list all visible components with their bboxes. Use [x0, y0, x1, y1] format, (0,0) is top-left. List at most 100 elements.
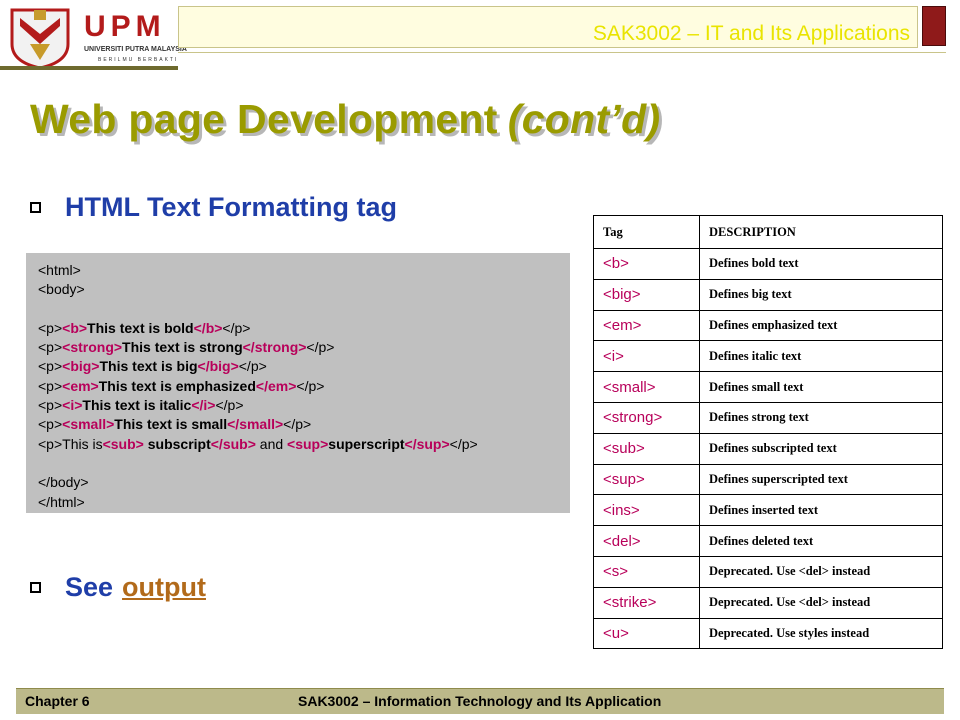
slide-title: Web page Development (cont’d) — [30, 96, 660, 143]
description-cell: Defines deleted text — [699, 525, 943, 557]
code-text: and — [255, 435, 288, 452]
code-line: <p><big>This text is big</big></p> — [38, 357, 570, 376]
code-tag: </small> — [227, 416, 284, 433]
header-description: DESCRIPTION — [699, 215, 943, 249]
code-text: </p> — [222, 319, 251, 336]
code-text: <html> — [38, 262, 81, 278]
description-cell: Deprecated. Use <del> instead — [699, 586, 943, 619]
code-text: <p> — [38, 377, 63, 394]
upm-logo: UPM UNIVERSITI PUTRA MALAYSIA BERILMU BE… — [6, 4, 187, 70]
code-line: <p><b>This text is bold</b></p> — [38, 319, 570, 338]
output-link[interactable]: output — [122, 572, 206, 603]
table-row: <strong> Defines strong text — [593, 401, 943, 434]
logo-bar — [0, 66, 178, 70]
corner-decoration — [922, 6, 946, 46]
code-text: This text is italic — [82, 397, 192, 414]
tag-cell: <del> — [593, 525, 700, 557]
code-tag: <b> — [62, 319, 88, 336]
code-tag: </big> — [197, 358, 239, 375]
table-row: <i> Defines italic text — [593, 340, 943, 373]
code-line: <p><em>This text is emphasized</em></p> — [38, 377, 570, 396]
code-line: </html> — [38, 493, 570, 512]
tag-cell: <b> — [593, 248, 700, 280]
code-text: This text is big — [99, 358, 198, 375]
code-line: <html> — [38, 261, 570, 280]
title-main: Web page Development — [30, 96, 498, 142]
description-cell: Defines superscripted text — [699, 463, 943, 496]
code-text: subscript — [143, 435, 211, 452]
code-tag: <sub> — [102, 435, 144, 452]
table-header-row: Tag DESCRIPTION — [593, 215, 943, 249]
code-line: <body> — [38, 280, 570, 299]
description-cell: Deprecated. Use <del> instead — [699, 555, 943, 588]
code-line: <p><small>This text is small</small></p> — [38, 415, 570, 434]
logo-text: UPM — [84, 10, 166, 43]
description-cell: Defines big text — [699, 278, 943, 311]
tag-cell: <strong> — [593, 401, 700, 434]
code-text: <body> — [38, 281, 85, 298]
footer-bar: Chapter 6 SAK3002 – Information Technolo… — [16, 688, 944, 714]
description-cell: Deprecated. Use styles instead — [699, 617, 943, 650]
footer-chapter: Chapter 6 — [25, 693, 90, 709]
code-line: <p><i>This text is italic</i></p> — [38, 396, 570, 415]
code-tag: </em> — [255, 377, 297, 394]
tag-cell: <sup> — [593, 463, 700, 496]
tag-reference-table: Tag DESCRIPTION <b> Defines bold text <big… — [593, 215, 943, 650]
code-tag: </sub> — [210, 435, 256, 452]
table-row: <u> Deprecated. Use styles instead — [593, 617, 943, 650]
description-cell: Defines inserted text — [699, 494, 943, 527]
code-text: </p> — [449, 435, 478, 452]
table-row: <small> Defines small text — [593, 371, 943, 403]
code-line: </body> — [38, 473, 570, 492]
table-row: <del> Defines deleted text — [593, 525, 943, 557]
code-text: </p> — [215, 397, 244, 414]
square-bullet-icon — [30, 582, 41, 593]
code-text: <p> — [38, 397, 63, 414]
code-tag: </sup> — [404, 435, 450, 452]
code-text: This text is strong — [122, 339, 243, 356]
table-row: <sub> Defines subscripted text — [593, 432, 943, 465]
code-text: </p> — [238, 358, 267, 375]
tag-cell: <i> — [593, 340, 700, 373]
code-text: <p> — [38, 339, 63, 356]
code-line: <p><strong>This text is strong</strong><… — [38, 338, 570, 357]
description-cell: Defines small text — [699, 371, 943, 403]
description-cell: Defines subscripted text — [699, 432, 943, 465]
bullet-text: HTML Text Formatting tag — [65, 192, 397, 222]
table-row: <big> Defines big text — [593, 278, 943, 311]
code-text: <p> — [38, 435, 63, 452]
tag-cell: <strike> — [593, 586, 700, 619]
code-text: </html> — [38, 493, 85, 510]
tag-cell: <s> — [593, 555, 700, 588]
tag-cell: <ins> — [593, 494, 700, 527]
description-cell: Defines bold text — [699, 248, 943, 280]
code-tag: <big> — [62, 358, 100, 375]
table-row: <b> Defines bold text — [593, 248, 943, 280]
code-text: This is — [62, 435, 103, 452]
code-example: <html> <body> <p><b>This text is bold</b><… — [26, 253, 570, 513]
code-tag: <strong> — [62, 339, 123, 356]
square-bullet-icon — [30, 202, 41, 213]
code-text: </body> — [38, 474, 89, 491]
bullet-html-formatting: HTML Text Formatting tag — [30, 192, 397, 223]
header-tag: Tag — [593, 215, 700, 249]
tag-cell: <big> — [593, 278, 700, 311]
code-tag: <em> — [62, 377, 99, 394]
tag-cell: <sub> — [593, 432, 700, 465]
code-text: This text is emphasized — [98, 377, 256, 394]
see-label: See — [65, 572, 114, 602]
table-row: <em> Defines emphasized text — [593, 309, 943, 342]
course-header: SAK3002 – IT and Its Applications — [592, 22, 910, 45]
logo-motto: BERILMU BERBAKTI — [98, 57, 179, 63]
code-tag: <small> — [62, 416, 115, 433]
code-tag: <sup> — [287, 435, 329, 452]
tag-cell: <em> — [593, 309, 700, 342]
code-text: </p> — [306, 339, 335, 356]
tag-cell: <u> — [593, 617, 700, 650]
tag-cell: <small> — [593, 371, 700, 403]
footer-course: SAK3002 – Information Technology and Its… — [298, 693, 662, 709]
description-cell: Defines italic text — [699, 340, 943, 373]
header-divider — [178, 52, 946, 53]
code-text: This text is bold — [87, 319, 194, 336]
